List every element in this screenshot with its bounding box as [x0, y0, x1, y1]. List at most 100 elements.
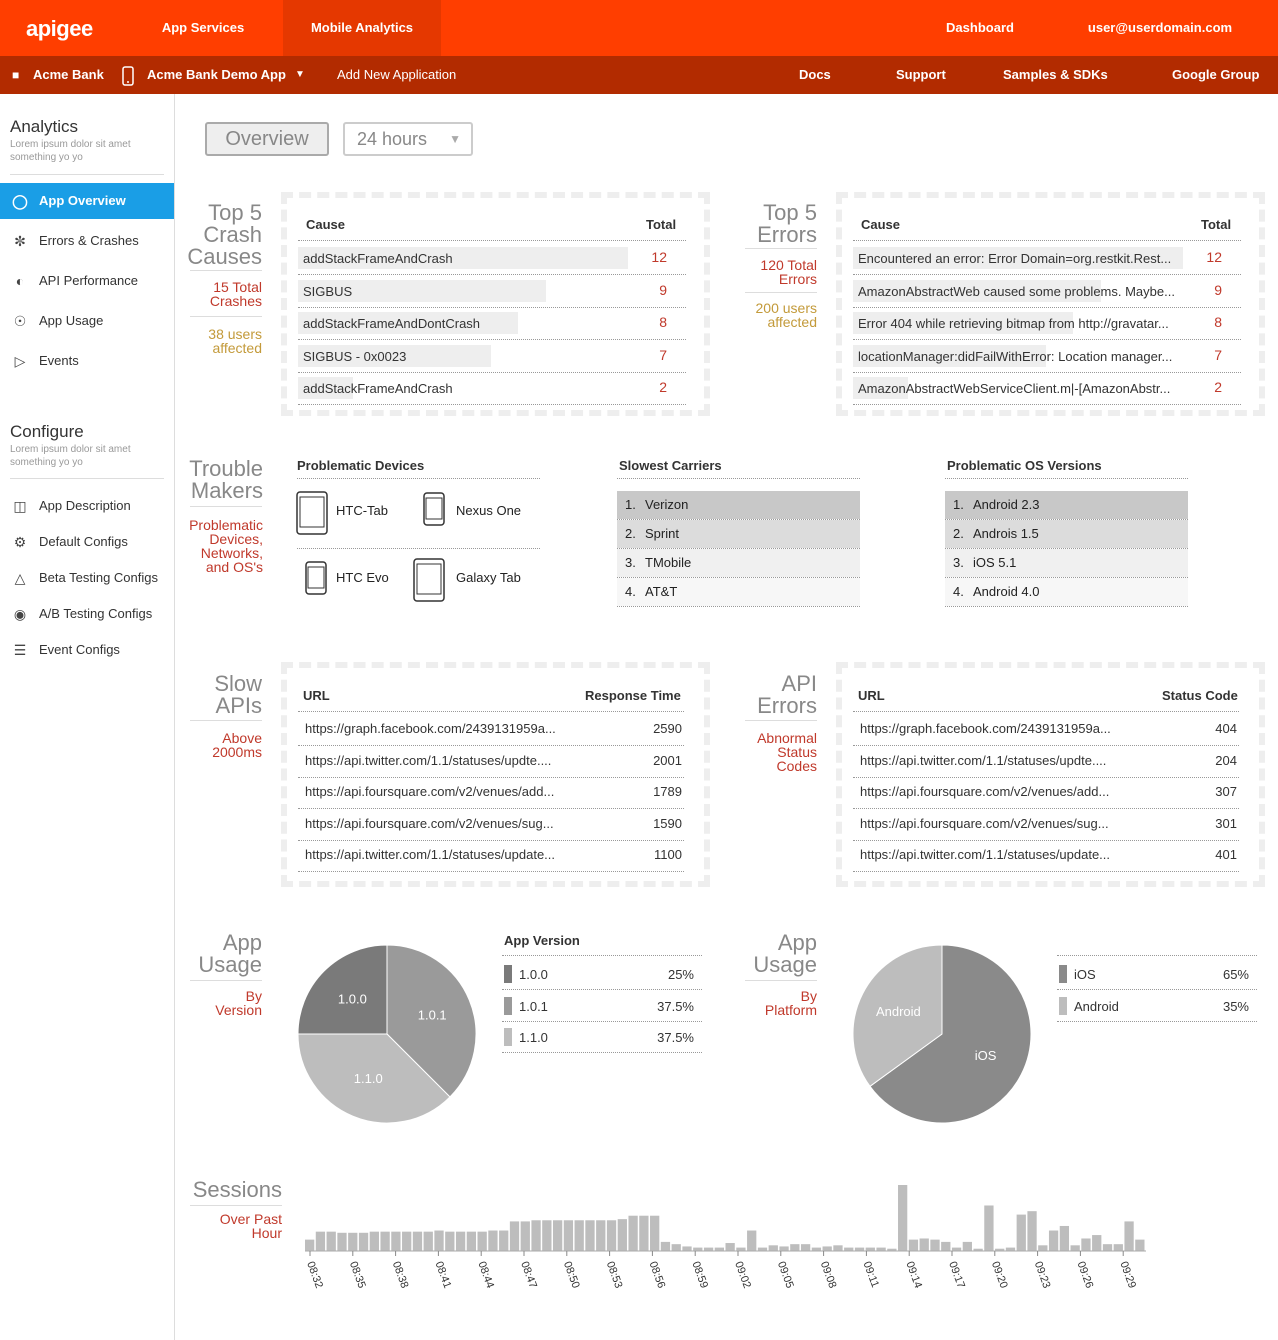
api-errors-sub-line: Codes — [776, 758, 817, 774]
divider — [190, 1205, 282, 1206]
session-bar — [348, 1232, 358, 1251]
legend-percent: 65% — [1222, 967, 1249, 982]
divider — [617, 606, 860, 607]
sidebar-item-beta-testing-configs[interactable]: △ Beta Testing Configs — [0, 560, 174, 596]
table-row-cause[interactable]: AmazonAbstractWeb caused some problems. … — [858, 284, 1188, 299]
list-item[interactable]: 3. iOS 5.1 — [945, 549, 1188, 577]
crash-total-line: 15 Total — [213, 279, 262, 295]
phone-icon — [122, 56, 134, 94]
app-selector[interactable]: Acme Bank Demo App — [147, 56, 286, 94]
nav-app-services[interactable]: App Services — [138, 0, 268, 56]
divider — [1057, 989, 1257, 990]
add-new-application-link[interactable]: Add New Application — [337, 56, 456, 94]
table-row-url[interactable]: https://api.twitter.com/1.1/statuses/upd… — [305, 753, 585, 768]
session-bar — [369, 1231, 379, 1251]
table-row-value: 301 — [1215, 815, 1237, 831]
list-item[interactable]: 4. Android 4.0 — [945, 578, 1188, 606]
list-item-label: AT&T — [645, 584, 678, 599]
list-item[interactable]: 2. Sprint — [617, 520, 860, 548]
table-row-value: 1789 — [653, 784, 682, 799]
table-row-url[interactable]: https://api.foursquare.com/v2/venues/add… — [860, 784, 1140, 799]
x-tick-label: 09:08 — [818, 1260, 839, 1290]
sidebar-item-app-description[interactable]: ◫ App Description — [0, 488, 174, 524]
list-item[interactable]: 4. AT&T — [617, 578, 860, 606]
sidebar-item-ab-testing-configs[interactable]: ◉ A/B Testing Configs — [0, 596, 174, 632]
x-tick-label: 09:11 — [861, 1260, 881, 1289]
table-row-url[interactable]: https://graph.facebook.com/2439131959a..… — [860, 721, 1140, 736]
sidebar-item-default-configs[interactable]: ⚙ Default Configs — [0, 524, 174, 560]
table-row-cause[interactable]: Error 404 while retrieving bitmap from h… — [858, 316, 1188, 331]
sidebar-item-events[interactable]: ▷ Events — [0, 343, 174, 379]
session-bar — [1102, 1244, 1113, 1251]
table-row-total: 2 — [1214, 379, 1222, 395]
sidebar-item-errors-crashes[interactable]: ✼ Errors & Crashes — [0, 223, 174, 259]
divider — [298, 839, 684, 841]
support-link[interactable]: Support — [896, 56, 946, 94]
session-bar — [1092, 1235, 1102, 1251]
session-bar — [790, 1244, 800, 1251]
table-row-cause[interactable]: addStackFrameAndDontCrash — [303, 316, 633, 331]
docs-link[interactable]: Docs — [799, 56, 831, 94]
device-label[interactable]: HTC-Tab — [336, 503, 388, 518]
chevron-down-icon[interactable]: ▼ — [295, 56, 305, 94]
x-tick-label: 09:05 — [775, 1260, 796, 1290]
gear-icon: ⚙ — [13, 534, 27, 550]
x-tick-label: 08:44 — [475, 1260, 496, 1290]
sidebar-item-label: Errors & Crashes — [39, 233, 139, 248]
divider — [502, 955, 702, 956]
table-row-cause[interactable]: locationManager:didFailWithError: Locati… — [858, 349, 1188, 364]
table-row-url[interactable]: https://api.twitter.com/1.1/statuses/upd… — [860, 753, 1140, 768]
table-row-url[interactable]: https://api.twitter.com/1.1/statuses/upd… — [860, 847, 1140, 862]
table-row-cause[interactable]: Encountered an error: Error Domain=org.r… — [858, 251, 1188, 266]
session-bar — [682, 1246, 692, 1251]
table-row-cause[interactable]: addStackFrameAndCrash — [303, 251, 633, 266]
divider — [298, 871, 684, 872]
table-row-url[interactable]: https://api.foursquare.com/v2/venues/add… — [305, 784, 585, 799]
user-menu[interactable]: user@userdomain.com — [1075, 0, 1245, 56]
table-row-url[interactable]: https://graph.facebook.com/2439131959a..… — [305, 721, 585, 736]
session-bar — [628, 1215, 638, 1251]
column-header-cause: Cause — [306, 217, 346, 232]
table-row-url[interactable]: https://api.twitter.com/1.1/statuses/upd… — [305, 847, 585, 862]
nav-dashboard[interactable]: Dashboard — [930, 0, 1030, 56]
table-row-url[interactable]: https://api.foursquare.com/v2/venues/sug… — [305, 816, 585, 831]
sidebar-item-app-usage[interactable]: ☉ App Usage — [0, 303, 174, 339]
table-row-cause[interactable]: AmazonAbstractWebServiceClient.m|-[Amazo… — [858, 381, 1188, 396]
overview-button[interactable]: Overview — [205, 122, 329, 156]
apigee-logo[interactable]: apigee — [26, 16, 93, 42]
x-tick-label: 08:35 — [347, 1260, 368, 1290]
table-row-cause[interactable]: SIGBUS - 0x0023 — [303, 349, 633, 364]
session-bar — [574, 1220, 584, 1251]
usage-version-title-line: Usage — [198, 952, 262, 977]
x-tick-label: 09:14 — [903, 1260, 924, 1290]
sidebar-item-app-overview[interactable]: ◯ App Overview — [0, 183, 174, 219]
google-group-link[interactable]: Google Group — [1172, 56, 1259, 94]
table-row-cause[interactable]: SIGBUS — [303, 284, 633, 299]
table-row-total: 7 — [659, 346, 667, 363]
list-item[interactable]: 1. Android 2.3 — [945, 491, 1188, 519]
device-label[interactable]: Nexus One — [456, 503, 521, 518]
divider — [853, 776, 1239, 778]
table-row-url[interactable]: https://api.foursquare.com/v2/venues/sug… — [860, 816, 1140, 831]
table-row-cause[interactable]: addStackFrameAndCrash — [303, 381, 633, 396]
legend-percent: 37.5% — [657, 998, 694, 1014]
sidebar-item-api-performance[interactable]: ◐ API Performance — [0, 263, 174, 299]
device-label[interactable]: Galaxy Tab — [456, 570, 521, 585]
sidebar-item-event-configs[interactable]: ☰ Event Configs — [0, 632, 174, 668]
session-bar — [488, 1230, 498, 1251]
divider — [298, 808, 684, 809]
trouble-subtitle: Problematic Devices, Networks, and OS's — [175, 518, 263, 574]
session-bar — [434, 1230, 444, 1251]
list-item[interactable]: 3. TMobile — [617, 549, 860, 577]
list-item[interactable]: 2. Androis 1.5 — [945, 520, 1188, 548]
samples-sdks-link[interactable]: Samples & SDKs — [1003, 56, 1108, 94]
org-name[interactable]: Acme Bank — [33, 56, 104, 94]
sidebar: Analytics Lorem ipsum dolor sit amet som… — [0, 94, 175, 1340]
tag-icon: ◫ — [13, 498, 27, 514]
list-item[interactable]: 1. Verizon — [617, 491, 860, 519]
device-label[interactable]: HTC Evo — [336, 570, 389, 585]
table-row-value: 2590 — [653, 721, 682, 736]
nav-mobile-analytics[interactable]: Mobile Analytics — [283, 0, 441, 56]
x-tick-label: 08:53 — [604, 1260, 625, 1290]
time-range-select[interactable]: 24 hours ▼ — [343, 122, 473, 156]
